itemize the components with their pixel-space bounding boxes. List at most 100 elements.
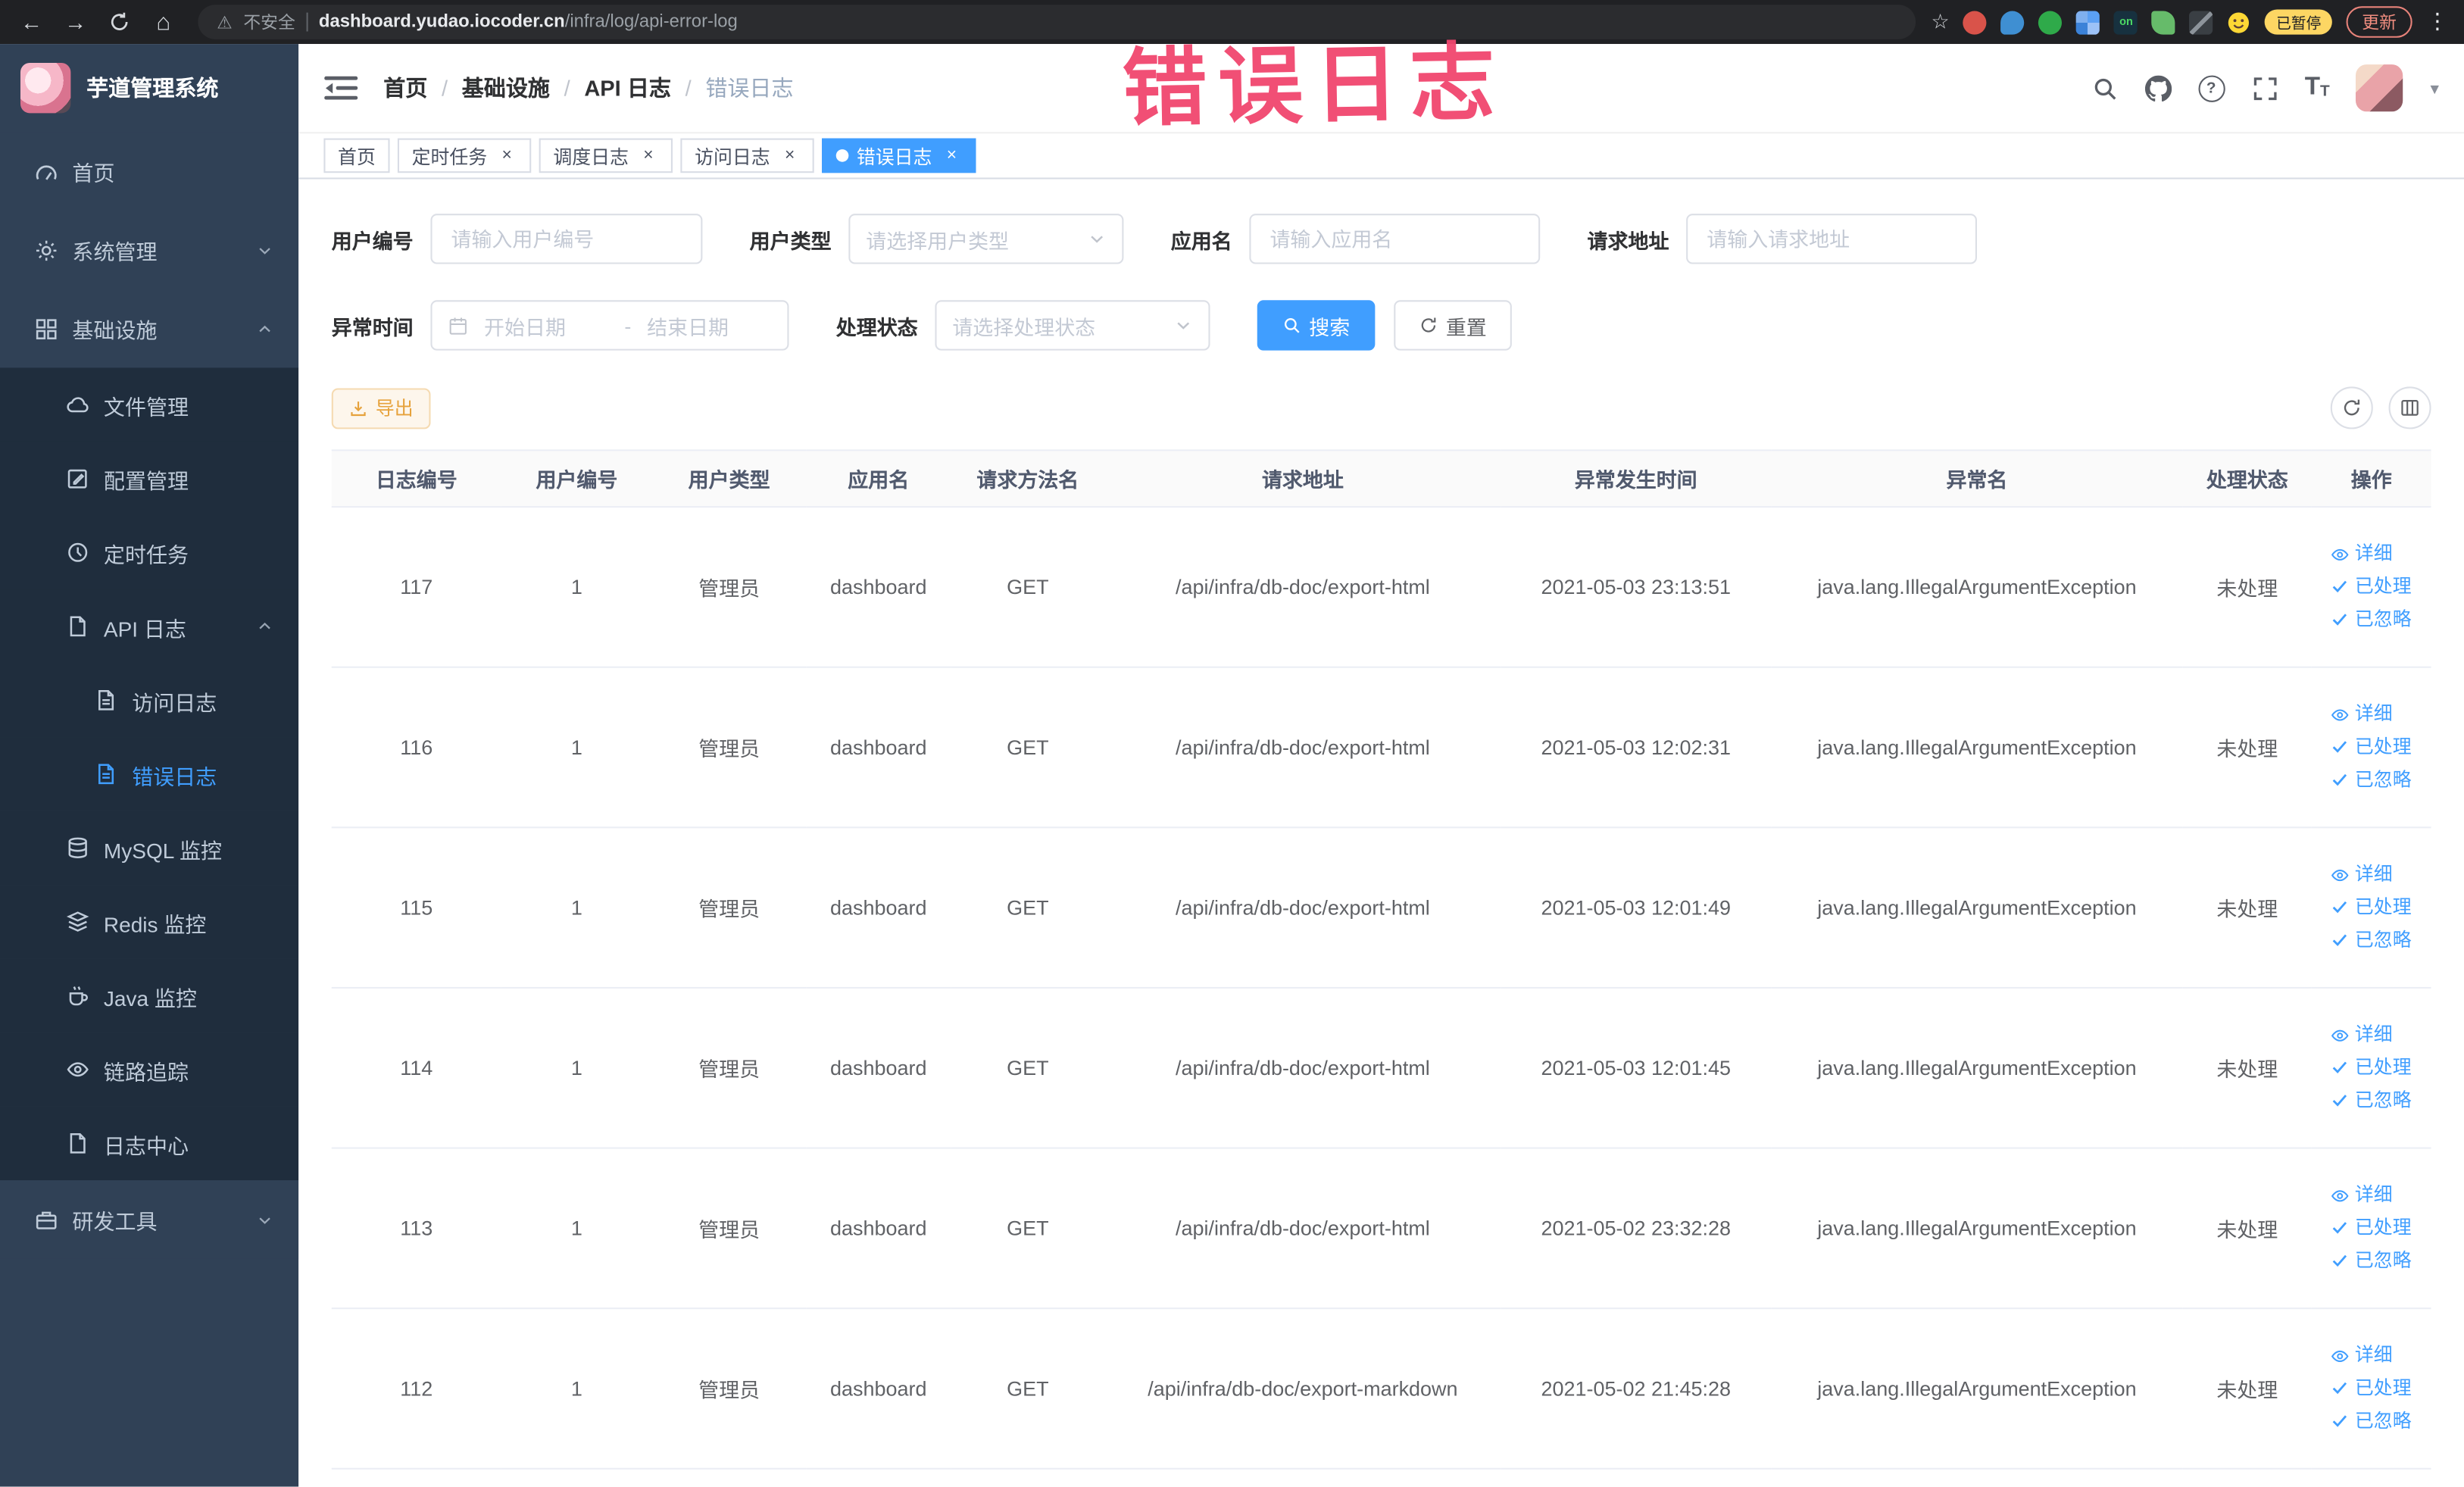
- breadcrumb-separator: /: [564, 75, 570, 101]
- tab-job[interactable]: 定时任务: [397, 138, 532, 173]
- process-link[interactable]: 已处理: [2331, 895, 2412, 921]
- help-icon[interactable]: [2197, 74, 2225, 102]
- bookmark-star-icon[interactable]: [1931, 8, 1949, 36]
- ignore-link-label: 已忽略: [2354, 1409, 2412, 1432]
- sidebar-item-mysql-monitor[interactable]: MySQL 监控: [0, 811, 299, 886]
- detail-link[interactable]: 详细: [2331, 1182, 2393, 1209]
- sidebar-item-label: Java 监控: [103, 986, 197, 1010]
- sidebar-item-file-manage[interactable]: 文件管理: [0, 367, 299, 442]
- status-cell: 未处理: [2182, 827, 2312, 989]
- sidebar-item-redis-monitor[interactable]: Redis 监控: [0, 885, 299, 959]
- actions-cell: 详细 已处理 已忽略: [2311, 667, 2431, 829]
- tab-label: 定时任务: [411, 145, 488, 167]
- user-id-input[interactable]: [430, 214, 703, 264]
- chevron-down-icon[interactable]: [2430, 74, 2438, 102]
- process-link[interactable]: 已处理: [2331, 734, 2412, 761]
- forward-icon[interactable]: [57, 3, 95, 41]
- update-button[interactable]: 更新: [2346, 6, 2412, 38]
- blue-drop-extension-icon[interactable]: [2001, 10, 2025, 34]
- check-icon: [2331, 770, 2350, 789]
- ignore-link[interactable]: 已忽略: [2331, 767, 2412, 793]
- process-link[interactable]: 已处理: [2331, 1215, 2412, 1242]
- sidebar-item-api-log[interactable]: API 日志: [0, 589, 299, 664]
- breadcrumb-separator: /: [685, 75, 692, 101]
- sidebar-item-job[interactable]: 定时任务: [0, 515, 299, 590]
- back-icon[interactable]: [13, 3, 51, 41]
- detail-link[interactable]: 详细: [2331, 862, 2393, 889]
- process-link-label: 已处理: [2354, 1376, 2412, 1399]
- ignore-link[interactable]: 已忽略: [2331, 1248, 2412, 1274]
- user-type-select[interactable]: 请选择用户类型: [848, 214, 1124, 264]
- process-status-select[interactable]: 请选择处理状态: [935, 300, 1210, 351]
- ignore-link[interactable]: 已忽略: [2331, 1408, 2412, 1435]
- reset-button[interactable]: 重置: [1394, 300, 1512, 351]
- export-button[interactable]: 导出: [331, 387, 431, 429]
- reload-icon[interactable]: [101, 3, 139, 41]
- sidebar-item-devtools[interactable]: 研发工具: [0, 1180, 299, 1259]
- detail-link[interactable]: 详细: [2331, 701, 2393, 728]
- ignore-link[interactable]: 已忽略: [2331, 927, 2412, 954]
- breadcrumb-api-log[interactable]: API 日志: [584, 72, 671, 103]
- date-range-picker[interactable]: 开始日期 - 结束日期: [430, 300, 789, 351]
- tab-error-log[interactable]: 错误日志: [822, 138, 976, 173]
- sidebar-item-config-manage[interactable]: 配置管理: [0, 441, 299, 516]
- on-badge-extension-icon[interactable]: on: [2114, 10, 2138, 34]
- close-icon[interactable]: [497, 145, 517, 166]
- avatar[interactable]: [2356, 64, 2404, 112]
- sidebar-item-label: 错误日志: [132, 764, 217, 789]
- close-icon[interactable]: [942, 145, 962, 166]
- ignore-link[interactable]: 已忽略: [2331, 607, 2412, 633]
- green-leaf-extension-icon[interactable]: [2152, 10, 2176, 34]
- sidebar-item-java-monitor[interactable]: Java 监控: [0, 958, 299, 1033]
- address-bar[interactable]: 不安全 dashboard.yudao.iocoder.cn/infra/log…: [198, 5, 1916, 39]
- process-link[interactable]: 已处理: [2331, 1376, 2412, 1402]
- process-link[interactable]: 已处理: [2331, 1054, 2412, 1081]
- sidebar-item-system[interactable]: 系统管理: [0, 211, 299, 289]
- smiley-extension-icon[interactable]: [2228, 10, 2251, 33]
- pickaxe-extension-icon[interactable]: [2190, 10, 2214, 34]
- refresh-table-button[interactable]: [2330, 386, 2373, 430]
- time-cell: 2021-05-03 23:13:51: [1501, 507, 1772, 668]
- sidebar-item-home[interactable]: 首页: [0, 132, 299, 211]
- sidebar-fold-icon[interactable]: [323, 74, 358, 102]
- browser-menu-icon[interactable]: [2426, 8, 2448, 36]
- sidebar-item-label: 定时任务: [103, 542, 189, 567]
- close-icon[interactable]: [779, 145, 800, 166]
- logo[interactable]: 芋道管理系统: [0, 44, 298, 132]
- home-icon[interactable]: [145, 3, 183, 41]
- table-row: 117 1 管理员 dashboard GET/api/infra/db-doc/exp…: [331, 507, 2431, 668]
- request-url-input[interactable]: [1686, 214, 1978, 264]
- ignore-link-label: 已忽略: [2354, 1249, 2412, 1272]
- red-circle-extension-icon[interactable]: [1963, 10, 1988, 34]
- cup-icon: [66, 984, 89, 1007]
- tab-job-log[interactable]: 调度日志: [539, 138, 673, 173]
- green-circle-extension-icon[interactable]: [2038, 10, 2063, 34]
- sidebar-item-error-log[interactable]: 错误日志: [0, 737, 299, 811]
- filter-app-name: 应用名: [1171, 214, 1541, 264]
- breadcrumb-infra[interactable]: 基础设施: [462, 72, 550, 103]
- github-icon[interactable]: [2144, 74, 2172, 102]
- sidebar-item-infra[interactable]: 基础设施: [0, 289, 299, 368]
- blue-grid-extension-icon[interactable]: [2076, 10, 2100, 34]
- column-settings-button[interactable]: [2388, 386, 2431, 430]
- paused-badge[interactable]: 已暂停: [2265, 9, 2332, 35]
- detail-link[interactable]: 详细: [2331, 1022, 2393, 1048]
- search-button[interactable]: 搜索: [1257, 300, 1376, 351]
- app-name-input[interactable]: [1249, 214, 1541, 264]
- sidebar-item-access-log[interactable]: 访问日志: [0, 663, 299, 738]
- fullscreen-icon[interactable]: [2251, 75, 2278, 102]
- ignore-link[interactable]: 已忽略: [2331, 1087, 2412, 1114]
- sidebar-item-trace[interactable]: 链路追踪: [0, 1032, 299, 1107]
- detail-link[interactable]: 详细: [2331, 1342, 2393, 1369]
- search-icon[interactable]: [2091, 75, 2118, 102]
- sidebar-item-log-center[interactable]: 日志中心: [0, 1106, 299, 1181]
- log-id-cell: 114: [331, 987, 501, 1149]
- tab-access-log[interactable]: 访问日志: [680, 138, 814, 173]
- font-size-icon[interactable]: [2305, 76, 2330, 101]
- tab-home[interactable]: 首页: [323, 138, 390, 173]
- col-method: 请求方法名: [951, 449, 1105, 508]
- process-link[interactable]: 已处理: [2331, 573, 2412, 600]
- close-icon[interactable]: [638, 145, 658, 166]
- breadcrumb-home[interactable]: 首页: [383, 72, 427, 103]
- detail-link[interactable]: 详细: [2331, 541, 2393, 567]
